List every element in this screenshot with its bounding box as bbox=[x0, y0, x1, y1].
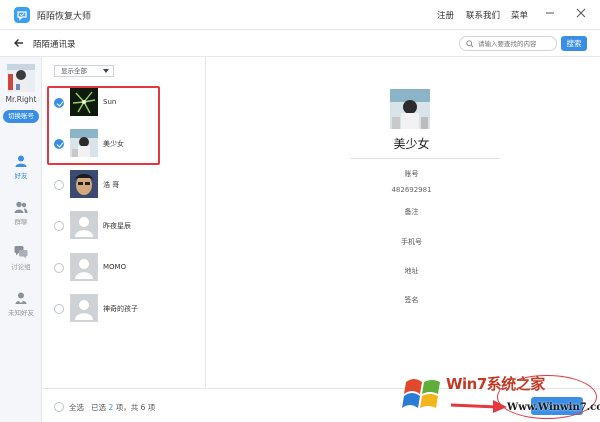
account-name: Mr.Right bbox=[5, 95, 37, 104]
list-item[interactable]: 神奇的孩子 bbox=[43, 288, 206, 328]
account-avatar bbox=[7, 64, 35, 92]
contact-name: 昨夜星辰 bbox=[103, 222, 131, 230]
group-icon bbox=[14, 201, 28, 213]
selection-highlight bbox=[47, 86, 160, 165]
chevron-down-icon bbox=[103, 69, 109, 73]
person-icon bbox=[15, 155, 27, 167]
list-item[interactable]: 浩 哥 bbox=[43, 164, 206, 204]
field-label-remark: 备注 bbox=[404, 208, 419, 216]
nav-unknown-friends[interactable]: 未知好友 bbox=[0, 291, 42, 327]
field-label-phone: 手机号 bbox=[401, 238, 422, 246]
selected-suffix: 项 bbox=[147, 403, 156, 412]
contact-name: MOMO bbox=[103, 263, 127, 271]
menu-menu[interactable]: 菜单 bbox=[511, 9, 528, 21]
selected-count: 2 bbox=[108, 403, 114, 412]
total-count: 6 bbox=[140, 403, 146, 412]
selected-mid: 项，共 bbox=[115, 403, 139, 412]
switch-account-button[interactable]: 切换账号 bbox=[3, 110, 39, 123]
title-bar: 陌陌恢复大师 注册 联系我们 菜单 bbox=[0, 0, 600, 30]
field-value-account: 482692981 bbox=[391, 186, 432, 194]
select-all-label[interactable]: 全选 bbox=[69, 403, 84, 412]
field-label-signature: 签名 bbox=[404, 296, 419, 304]
detail-name: 美少女 bbox=[393, 137, 430, 151]
field-label-account: 账号 bbox=[404, 170, 419, 178]
nav-label: 讨论组 bbox=[11, 263, 31, 271]
menu-contact-us[interactable]: 联系我们 bbox=[466, 9, 500, 21]
contact-name: 浩 哥 bbox=[103, 181, 120, 189]
contact-detail-panel: 美少女 账号 482692981 备注 手机号 地址 签名 bbox=[207, 57, 600, 387]
selection-summary: 全选 已选 2 项，共 6 项 bbox=[69, 402, 155, 413]
contact-checkbox[interactable] bbox=[54, 221, 64, 231]
header-bar: 陌陌通讯录 搜索 bbox=[0, 31, 600, 57]
page-title: 陌陌通讯录 bbox=[33, 40, 76, 50]
watermark-text: Win7系统之家 bbox=[446, 375, 545, 393]
unknown-person-icon bbox=[15, 292, 27, 304]
chat-icon bbox=[14, 246, 28, 259]
filter-dropdown[interactable]: 显示全部 bbox=[54, 65, 114, 77]
watermark-url: Www.Winwin7.com bbox=[507, 402, 600, 413]
contact-checkbox[interactable] bbox=[54, 263, 64, 273]
nav-discussion[interactable]: 讨论组 bbox=[0, 245, 42, 281]
default-avatar-icon bbox=[70, 253, 98, 281]
nav-groups[interactable]: 群聊 bbox=[0, 200, 42, 236]
back-arrow-icon[interactable] bbox=[13, 37, 25, 49]
default-avatar-icon bbox=[70, 294, 98, 322]
nav-label: 未知好友 bbox=[8, 309, 34, 317]
contact-name: 神奇的孩子 bbox=[103, 305, 138, 313]
select-all-checkbox[interactable] bbox=[54, 402, 64, 412]
search-box[interactable] bbox=[459, 36, 557, 51]
sidebar: Mr.Right 切换账号 好友 群聊 讨论组 未知好友 bbox=[0, 57, 42, 422]
close-icon[interactable] bbox=[574, 6, 588, 20]
app-title: 陌陌恢复大师 bbox=[37, 12, 92, 22]
contact-checkbox[interactable] bbox=[54, 180, 64, 190]
detail-avatar bbox=[390, 89, 430, 129]
app-logo-icon bbox=[14, 7, 30, 23]
nav-label: 好友 bbox=[14, 172, 28, 180]
contact-avatar bbox=[70, 170, 98, 198]
contact-checkbox[interactable] bbox=[54, 304, 64, 314]
search-input[interactable] bbox=[478, 38, 554, 49]
nav-friends[interactable]: 好友 bbox=[0, 154, 42, 190]
field-label-address: 地址 bbox=[404, 267, 419, 275]
default-avatar-icon bbox=[70, 211, 98, 239]
divider bbox=[350, 158, 500, 159]
menu-register[interactable]: 注册 bbox=[437, 9, 454, 21]
search-icon bbox=[466, 40, 474, 48]
minimize-icon[interactable] bbox=[543, 6, 557, 20]
nav-label: 群聊 bbox=[14, 218, 28, 226]
filter-label: 显示全部 bbox=[61, 67, 87, 75]
selected-prefix: 已选 bbox=[91, 403, 107, 412]
search-button[interactable]: 搜索 bbox=[561, 36, 587, 51]
list-item[interactable]: MOMO bbox=[43, 247, 206, 287]
list-item[interactable]: 昨夜星辰 bbox=[43, 205, 206, 245]
